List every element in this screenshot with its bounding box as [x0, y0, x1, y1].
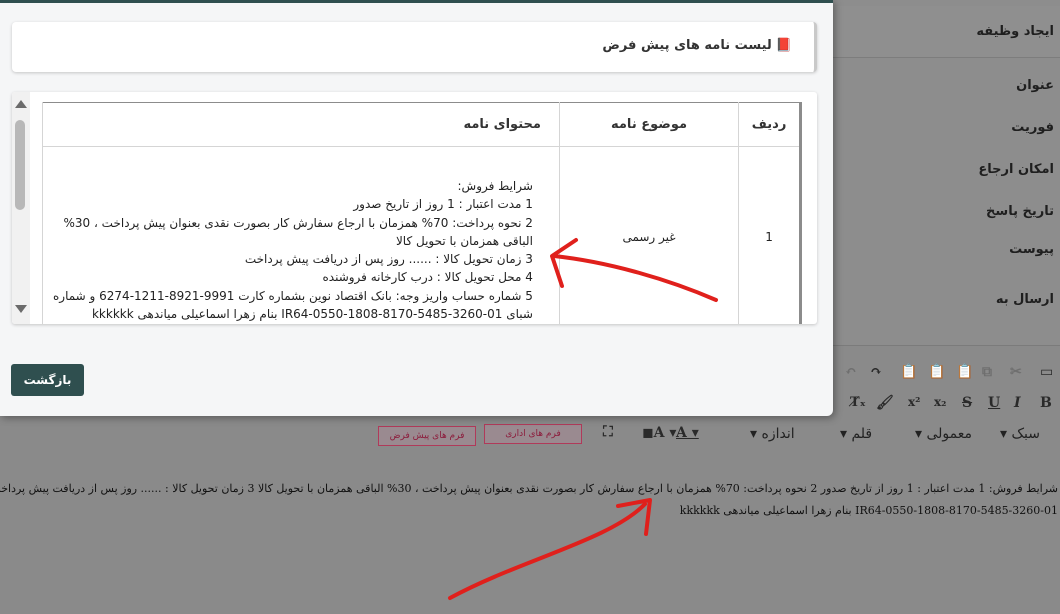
scroll-down-icon[interactable]: [15, 305, 27, 313]
content-line: 3 زمان تحویل کالا : ...... روز پس از دری…: [244, 252, 533, 267]
italic-icon[interactable]: I: [1014, 395, 1021, 411]
table-scrollbar[interactable]: [12, 92, 30, 324]
table-header-row: ردیف موضوع نامه محتوای نامه: [42, 102, 801, 147]
paste-word-icon[interactable]: 📋: [900, 364, 917, 380]
copy-format-icon[interactable]: 🖌: [876, 395, 894, 411]
office-forms-button[interactable]: فرم های اداری: [484, 424, 582, 444]
modal-header: 📕لیست نامه های پیش فرض: [12, 22, 817, 72]
size-select[interactable]: اندازه ▾: [750, 426, 795, 442]
maximize-icon[interactable]: ⛶: [603, 424, 613, 440]
annotation-arrow-lower: [448, 498, 652, 600]
content-line: الباقی همزمان با تحویل کالا: [395, 233, 533, 248]
bg-color-icon[interactable]: ◼A ▾: [642, 425, 676, 441]
default-letters-modal: 📕لیست نامه های پیش فرض ردیف موضوع نامه م…: [0, 0, 833, 416]
scroll-up-icon[interactable]: [15, 100, 27, 108]
content-line: شرایط فروش:: [457, 179, 533, 193]
header-content: محتوای نامه: [42, 102, 560, 147]
copy-icon[interactable]: ⧉: [982, 364, 992, 380]
header-subject: موضوع نامه: [558, 102, 739, 147]
task-form-title: ایجاد وظیفه: [976, 24, 1054, 39]
book-icon: 📕: [775, 38, 792, 53]
redo-icon[interactable]: ↷: [870, 364, 882, 380]
label-title: عنوان: [1016, 78, 1054, 93]
modal-title: 📕لیست نامه های پیش فرض: [602, 38, 792, 53]
paste-icon[interactable]: 📋: [956, 364, 973, 380]
default-forms-button[interactable]: فرم های پیش فرض: [378, 426, 476, 446]
source-icon[interactable]: ▭: [1040, 364, 1053, 380]
remove-format-icon[interactable]: T̸ₓ: [850, 395, 866, 410]
header-row-number: ردیف: [738, 102, 801, 147]
back-button[interactable]: بازگشت: [11, 364, 84, 396]
content-line: 2 نحوه پرداخت: 70% همزمان با ارجاع سفارش…: [63, 215, 533, 230]
paste-text-icon[interactable]: 📋: [928, 364, 945, 380]
cut-icon[interactable]: ✂: [1010, 364, 1022, 380]
style-select[interactable]: سبک ▾: [1000, 426, 1040, 442]
undo-icon[interactable]: ↶: [845, 364, 857, 380]
font-select[interactable]: قلم ▾: [840, 426, 872, 442]
underline-icon[interactable]: U: [988, 395, 1000, 411]
label-can-refer: امکان ارجاع: [978, 162, 1054, 177]
text-color-icon[interactable]: A ▾: [676, 425, 699, 441]
label-send-to: ارسال به: [995, 292, 1054, 307]
subscript-icon[interactable]: x₂: [934, 395, 946, 409]
superscript-icon[interactable]: x²: [908, 395, 920, 409]
label-attachment: پیوست: [1009, 242, 1054, 257]
bold-icon[interactable]: B: [1040, 395, 1052, 411]
content-line: 1 مدت اعتبار : 1 روز از تاریخ صدور: [353, 197, 533, 212]
annotation-arrow-upper: [550, 238, 718, 302]
format-select[interactable]: معمولی ▾: [915, 426, 972, 442]
label-priority: فوریت: [1011, 120, 1054, 135]
strikethrough-icon[interactable]: S: [962, 395, 972, 411]
label-reply-date: تاریخ پاسخ: [986, 204, 1054, 219]
row-content: شرایط فروش: 1 مدت اعتبار : 1 روز از تاری…: [42, 146, 560, 324]
scroll-thumb[interactable]: [15, 120, 25, 210]
content-line: شبای IR64-0550-1808-8170-5485-3260-01 بن…: [91, 307, 533, 322]
content-line: 5 شماره حساب واریز وجه: بانک اقتصاد نوین…: [53, 288, 533, 303]
row-number: 1: [738, 146, 801, 324]
modal-top-line: [0, 0, 833, 3]
content-line: 4 محل تحویل کالا : درب کارخانه فروشنده: [322, 270, 533, 285]
